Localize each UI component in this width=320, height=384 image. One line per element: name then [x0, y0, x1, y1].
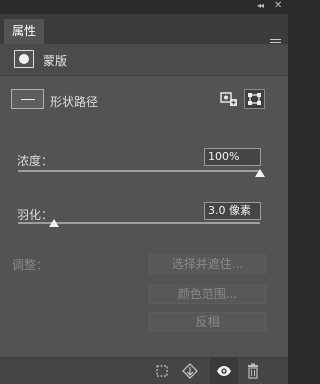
density-label: 浓度：	[17, 154, 54, 168]
tab-properties[interactable]: 属性	[4, 19, 44, 44]
invert-button[interactable]: 反相	[149, 312, 266, 332]
add-vector-mask-icon[interactable]	[220, 92, 238, 106]
trash-icon[interactable]	[245, 363, 261, 379]
close-panel-icon[interactable]: ✕	[274, 0, 282, 11]
vector-mask-label: 形状路径	[50, 95, 99, 109]
visibility-eye-icon	[217, 366, 231, 376]
select-vector-mask-button[interactable]	[244, 89, 265, 109]
feather-label: 羽化：	[17, 208, 54, 222]
select-and-mask-button[interactable]: 选择并遮住...	[149, 254, 266, 274]
mask-header: 蒙版	[0, 44, 288, 76]
density-field[interactable]: 100%	[204, 148, 261, 166]
refine-label: 调整：	[12, 258, 49, 272]
load-selection-icon[interactable]	[154, 363, 170, 379]
feather-field[interactable]: 3.0 像素	[204, 202, 261, 220]
visibility-toggle[interactable]	[210, 358, 238, 384]
properties-panel: 蒙版 形状路径 浓度： 100% 羽化： 3.0 像素 调整： 选择并遮住...…	[0, 44, 288, 357]
feather-slider-thumb[interactable]	[49, 219, 60, 227]
density-slider-thumb[interactable]	[255, 169, 265, 177]
select-vector-mask-icon	[248, 93, 261, 105]
color-range-button[interactable]: 颜色范围...	[149, 284, 266, 304]
panel-top-strip: ◂◂ ✕	[0, 0, 288, 14]
collapse-panels-icon[interactable]: ◂◂	[257, 1, 264, 10]
layer-mask-icon	[14, 50, 34, 68]
page-title: 蒙版	[43, 54, 68, 68]
panel-tab-bar: 属性	[0, 14, 288, 46]
vector-mask-thumbnail[interactable]	[11, 89, 44, 109]
density-slider-track[interactable]	[18, 170, 260, 172]
apply-mask-icon[interactable]	[182, 363, 198, 379]
panel-footer	[0, 357, 288, 384]
